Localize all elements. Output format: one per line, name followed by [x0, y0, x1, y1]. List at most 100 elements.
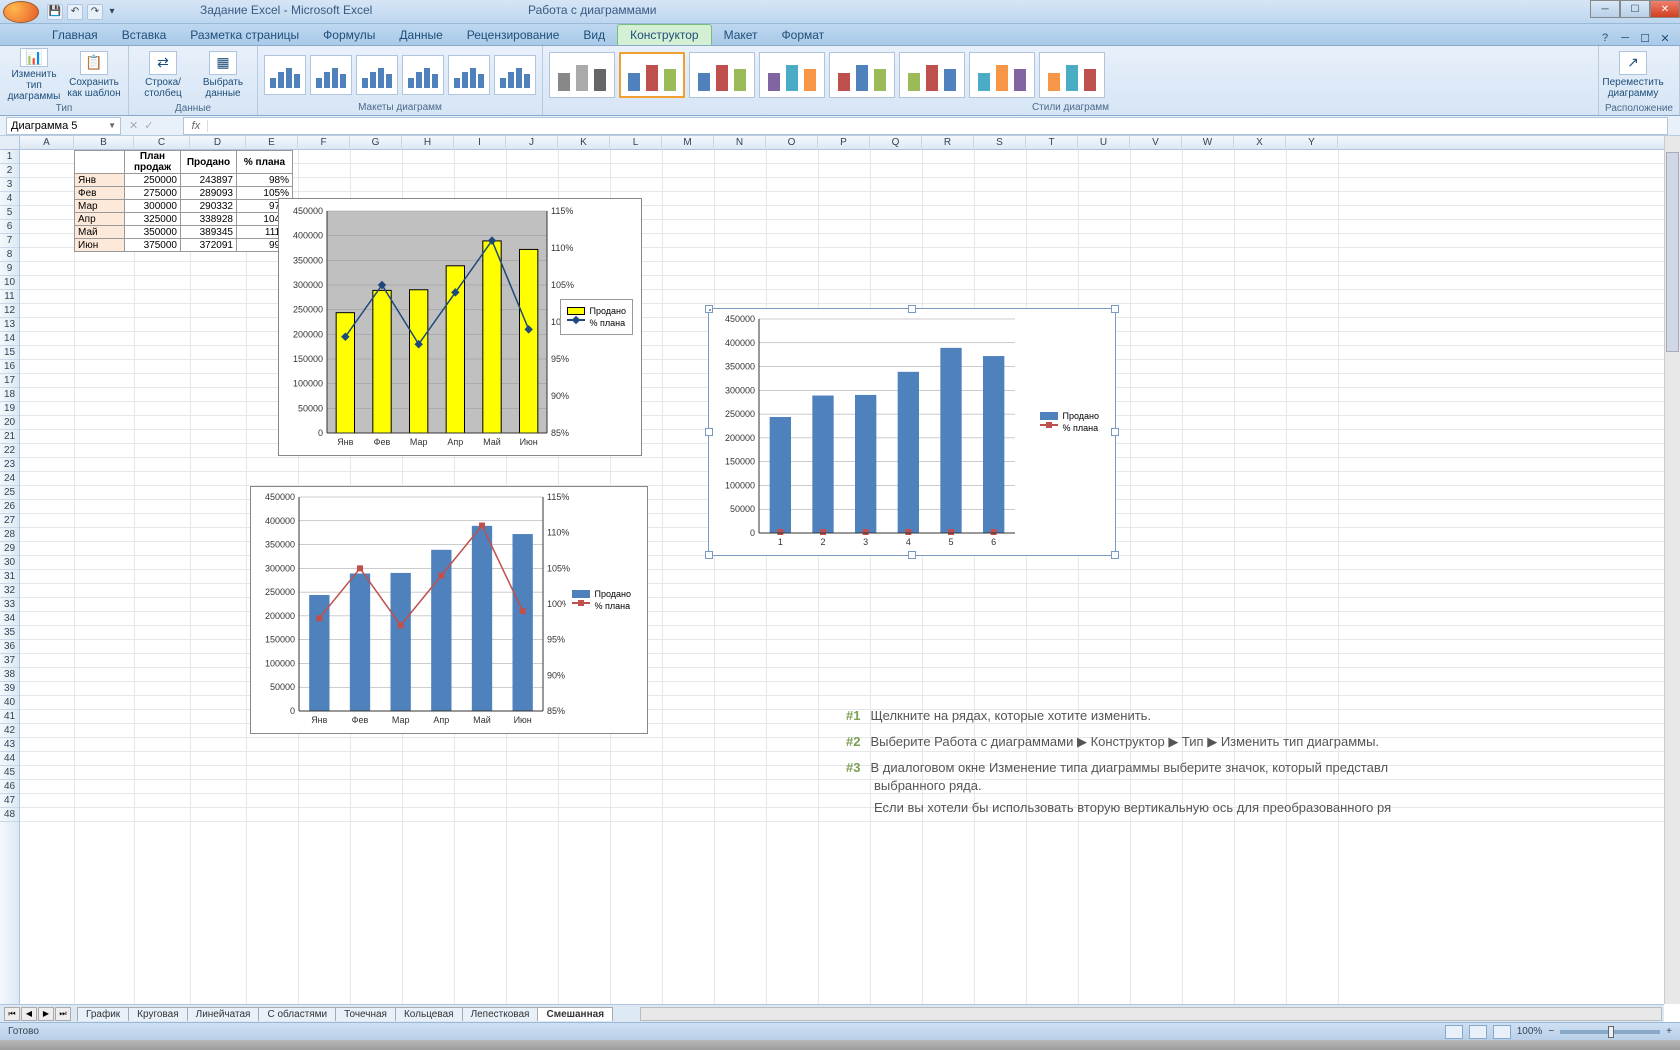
tab-review[interactable]: Рецензирование: [455, 25, 572, 45]
row-header[interactable]: 38: [0, 668, 19, 682]
column-header[interactable]: E: [246, 136, 298, 150]
row-header[interactable]: 35: [0, 626, 19, 640]
row-header[interactable]: 42: [0, 724, 19, 738]
select-data-button[interactable]: ▦Выбрать данные: [195, 48, 251, 102]
horizontal-scrollbar[interactable]: [640, 1007, 1662, 1021]
windows-taskbar[interactable]: [0, 1040, 1680, 1050]
column-header[interactable]: Y: [1286, 136, 1338, 150]
selection-handle[interactable]: [1111, 428, 1119, 436]
chart-style-option[interactable]: [969, 52, 1035, 98]
tab-insert[interactable]: Вставка: [110, 25, 179, 45]
row-header[interactable]: 22: [0, 444, 19, 458]
row-header[interactable]: 17: [0, 374, 19, 388]
sheet-tab[interactable]: График: [77, 1007, 129, 1021]
row-header[interactable]: 36: [0, 640, 19, 654]
row-header[interactable]: 27: [0, 514, 19, 528]
tab-chart-format[interactable]: Формат: [770, 25, 837, 45]
redo-icon[interactable]: ↷: [87, 4, 103, 20]
column-header[interactable]: H: [402, 136, 454, 150]
tab-view[interactable]: Вид: [571, 25, 617, 45]
row-header[interactable]: 16: [0, 360, 19, 374]
chart-style-option[interactable]: [1039, 52, 1105, 98]
switch-row-col-button[interactable]: ⇄Строка/столбец: [135, 48, 191, 102]
row-header[interactable]: 28: [0, 528, 19, 542]
chart-style-option[interactable]: [689, 52, 755, 98]
sheet-tab[interactable]: Кольцевая: [395, 1007, 463, 1021]
minimize-ribbon-icon[interactable]: ─: [1618, 31, 1632, 45]
qat-dropdown-icon[interactable]: ▾: [107, 4, 117, 20]
sheet-tab[interactable]: Смешанная: [537, 1007, 613, 1021]
row-header[interactable]: 24: [0, 472, 19, 486]
column-header[interactable]: O: [766, 136, 818, 150]
scrollbar-thumb[interactable]: [1666, 152, 1679, 352]
zoom-thumb[interactable]: [1608, 1026, 1614, 1038]
row-header[interactable]: 41: [0, 710, 19, 724]
select-all-button[interactable]: [0, 136, 20, 150]
column-header[interactable]: V: [1130, 136, 1182, 150]
row-header[interactable]: 9: [0, 262, 19, 276]
selection-handle[interactable]: [705, 428, 713, 436]
row-header[interactable]: 48: [0, 808, 19, 822]
cells-area[interactable]: План продажПродано% планаЯнв250000243897…: [20, 150, 1664, 1004]
row-header[interactable]: 33: [0, 598, 19, 612]
column-header[interactable]: U: [1078, 136, 1130, 150]
row-headers[interactable]: 1234567891011121314151617181920212223242…: [0, 150, 20, 1004]
row-header[interactable]: 45: [0, 766, 19, 780]
column-header[interactable]: M: [662, 136, 714, 150]
row-header[interactable]: 2: [0, 164, 19, 178]
row-header[interactable]: 29: [0, 542, 19, 556]
close-workbook-icon[interactable]: ✕: [1658, 31, 1672, 45]
column-header[interactable]: D: [190, 136, 246, 150]
formula-bar[interactable]: fx: [183, 117, 1668, 135]
row-header[interactable]: 6: [0, 220, 19, 234]
row-header[interactable]: 3: [0, 178, 19, 192]
column-header[interactable]: Q: [870, 136, 922, 150]
sheet-tab[interactable]: Линейчатая: [187, 1007, 260, 1021]
help-icon[interactable]: ?: [1598, 31, 1612, 45]
row-header[interactable]: 14: [0, 332, 19, 346]
chart-blue-combo[interactable]: 0500001000001500002000002500003000003500…: [250, 486, 648, 734]
row-header[interactable]: 1: [0, 150, 19, 164]
enter-icon[interactable]: ✓: [144, 119, 153, 132]
office-button[interactable]: [3, 1, 39, 23]
sheet-tab[interactable]: С областями: [258, 1007, 336, 1021]
view-layout-button[interactable]: [1469, 1025, 1487, 1039]
row-header[interactable]: 47: [0, 794, 19, 808]
chart-layout-option[interactable]: [310, 55, 352, 95]
chart-style-option[interactable]: [829, 52, 895, 98]
row-header[interactable]: 26: [0, 500, 19, 514]
chevron-down-icon[interactable]: ▼: [108, 121, 116, 130]
tab-chart-layout[interactable]: Макет: [712, 25, 770, 45]
row-header[interactable]: 20: [0, 416, 19, 430]
chart-style-option[interactable]: [759, 52, 825, 98]
chart-selected[interactable]: 0500001000001500002000002500003000003500…: [708, 308, 1116, 556]
column-header[interactable]: X: [1234, 136, 1286, 150]
row-header[interactable]: 19: [0, 402, 19, 416]
row-header[interactable]: 32: [0, 584, 19, 598]
row-header[interactable]: 12: [0, 304, 19, 318]
selection-handle[interactable]: [705, 551, 713, 559]
row-header[interactable]: 11: [0, 290, 19, 304]
chart-yellow-combo[interactable]: 0500001000001500002000002500003000003500…: [278, 198, 642, 456]
zoom-level[interactable]: 100%: [1517, 1026, 1543, 1037]
sheet-tab[interactable]: Лепестковая: [462, 1007, 539, 1021]
column-header[interactable]: F: [298, 136, 350, 150]
row-header[interactable]: 15: [0, 346, 19, 360]
row-header[interactable]: 4: [0, 192, 19, 206]
change-chart-type-button[interactable]: 📊Изменить тип диаграммы: [6, 48, 62, 102]
row-header[interactable]: 44: [0, 752, 19, 766]
tab-chart-design[interactable]: Конструктор: [617, 24, 711, 45]
sheet-tab[interactable]: Точечная: [335, 1007, 396, 1021]
column-header[interactable]: G: [350, 136, 402, 150]
sheet-next-button[interactable]: ▶: [38, 1007, 54, 1021]
selection-handle[interactable]: [1111, 551, 1119, 559]
row-header[interactable]: 21: [0, 430, 19, 444]
selection-handle[interactable]: [908, 551, 916, 559]
chart-layout-option[interactable]: [494, 55, 536, 95]
chart-style-option[interactable]: [619, 52, 685, 98]
tab-formulas[interactable]: Формулы: [311, 25, 387, 45]
column-headers[interactable]: ABCDEFGHIJKLMNOPQRSTUVWXY: [20, 136, 1664, 150]
selection-handle[interactable]: [908, 305, 916, 313]
sheet-last-button[interactable]: ⏭: [55, 1007, 71, 1021]
row-header[interactable]: 39: [0, 682, 19, 696]
